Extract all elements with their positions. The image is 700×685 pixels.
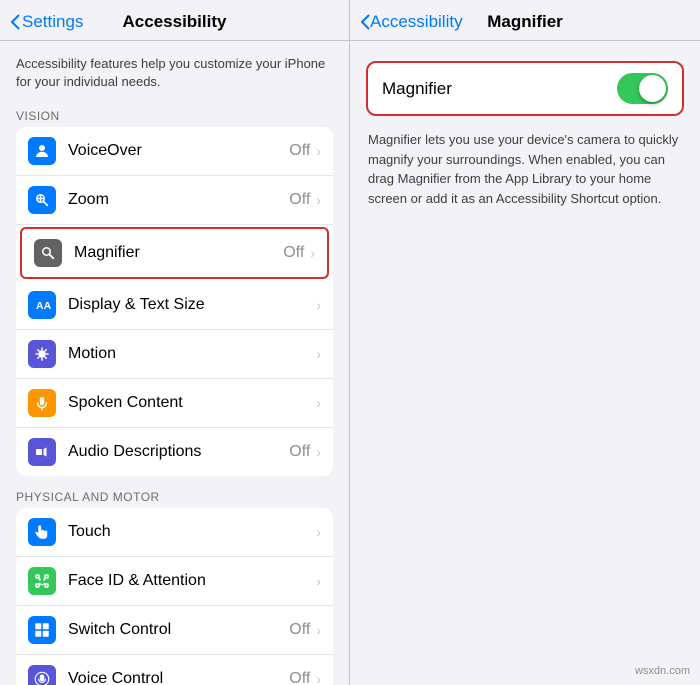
motion-row[interactable]: Motion ›: [16, 330, 333, 379]
watermark: wsxdn.com: [635, 665, 690, 677]
magnifier-value: Off: [283, 244, 304, 262]
faceid-svg: [33, 572, 51, 590]
faceid-row[interactable]: Face ID & Attention ›: [16, 557, 333, 606]
back-to-accessibility[interactable]: Accessibility: [360, 12, 463, 32]
switch-svg: [33, 621, 51, 639]
spoken-svg: [33, 394, 51, 412]
physical-section-header: PHYSICAL AND MOTOR: [0, 484, 349, 508]
voice-value: Off: [289, 670, 310, 685]
zoom-svg: [33, 191, 51, 209]
magnifier-toggle-switch[interactable]: [617, 73, 668, 104]
display-label: Display & Text Size: [68, 296, 314, 314]
motion-chevron: ›: [316, 346, 321, 362]
right-nav-bar: Accessibility Magnifier: [350, 0, 700, 41]
right-content: Magnifier Magnifier lets you use your de…: [350, 41, 700, 208]
right-back-chevron-icon: [360, 14, 370, 30]
voiceover-label: VoiceOver: [68, 142, 289, 160]
zoom-chevron: ›: [316, 192, 321, 208]
touch-svg: [33, 523, 51, 541]
spoken-row[interactable]: Spoken Content ›: [16, 379, 333, 428]
spoken-icon: [28, 389, 56, 417]
motion-svg: [33, 345, 51, 363]
voiceover-row[interactable]: VoiceOver Off ›: [16, 127, 333, 176]
left-scroll-area: Accessibility features help you customiz…: [0, 41, 349, 685]
faceid-label: Face ID & Attention: [68, 572, 314, 590]
back-label: Settings: [22, 12, 83, 32]
audio-svg: [33, 443, 51, 461]
audio-chevron: ›: [316, 444, 321, 460]
zoom-label: Zoom: [68, 191, 289, 209]
spoken-chevron: ›: [316, 395, 321, 411]
audio-value: Off: [289, 443, 310, 461]
zoom-row[interactable]: Zoom Off ›: [16, 176, 333, 225]
motion-icon: [28, 340, 56, 368]
voice-label: Voice Control: [68, 670, 289, 685]
display-row[interactable]: AA Display & Text Size ›: [16, 281, 333, 330]
magnifier-description: Magnifier lets you use your device's cam…: [366, 130, 684, 208]
voice-svg: [33, 670, 51, 685]
motion-label: Motion: [68, 345, 314, 363]
magnifier-toggle-row: Magnifier: [366, 61, 684, 116]
zoom-icon: [28, 186, 56, 214]
left-nav-bar: Settings Accessibility: [0, 0, 349, 41]
voiceover-svg: [33, 142, 51, 160]
voiceover-chevron: ›: [316, 143, 321, 159]
touch-row[interactable]: Touch ›: [16, 508, 333, 557]
magnifier-label: Magnifier: [74, 244, 283, 262]
zoom-value: Off: [289, 191, 310, 209]
magnifier-svg: [39, 244, 57, 262]
touch-label: Touch: [68, 523, 314, 541]
vision-group: VoiceOver Off › Zoom Off ›: [16, 127, 333, 476]
switch-row[interactable]: Switch Control Off ›: [16, 606, 333, 655]
vision-section-header: VISION: [0, 103, 349, 127]
magnifier-toggle-label: Magnifier: [382, 79, 617, 99]
intro-text: Accessibility features help you customiz…: [0, 41, 349, 103]
magnifier-icon: [34, 239, 62, 267]
voice-row[interactable]: Voice Control Off ›: [16, 655, 333, 685]
display-svg: AA: [33, 296, 51, 314]
display-icon: AA: [28, 291, 56, 319]
switch-icon: [28, 616, 56, 644]
audio-row[interactable]: Audio Descriptions Off ›: [16, 428, 333, 476]
right-nav-title: Magnifier: [487, 12, 563, 32]
faceid-icon: [28, 567, 56, 595]
back-to-settings[interactable]: Settings: [10, 12, 83, 32]
right-back-label: Accessibility: [370, 12, 463, 32]
voiceover-icon: [28, 137, 56, 165]
audio-label: Audio Descriptions: [68, 443, 289, 461]
switch-value: Off: [289, 621, 310, 639]
faceid-chevron: ›: [316, 573, 321, 589]
right-panel: Accessibility Magnifier Magnifier Magnif…: [350, 0, 700, 685]
voiceover-value: Off: [289, 142, 310, 160]
left-nav-title: Accessibility: [123, 12, 227, 32]
magnifier-chevron: ›: [310, 245, 315, 261]
voice-chevron: ›: [316, 671, 321, 685]
magnifier-row[interactable]: Magnifier Off ›: [20, 227, 329, 279]
back-chevron-icon: [10, 14, 20, 30]
touch-icon: [28, 518, 56, 546]
switch-chevron: ›: [316, 622, 321, 638]
voice-icon: [28, 665, 56, 685]
spoken-label: Spoken Content: [68, 394, 314, 412]
physical-group: Touch › Face ID & Attention: [16, 508, 333, 685]
left-panel: Settings Accessibility Accessibility fea…: [0, 0, 350, 685]
switch-label: Switch Control: [68, 621, 289, 639]
touch-chevron: ›: [316, 524, 321, 540]
svg-text:AA: AA: [36, 300, 51, 312]
audio-icon: [28, 438, 56, 466]
display-chevron: ›: [316, 297, 321, 313]
